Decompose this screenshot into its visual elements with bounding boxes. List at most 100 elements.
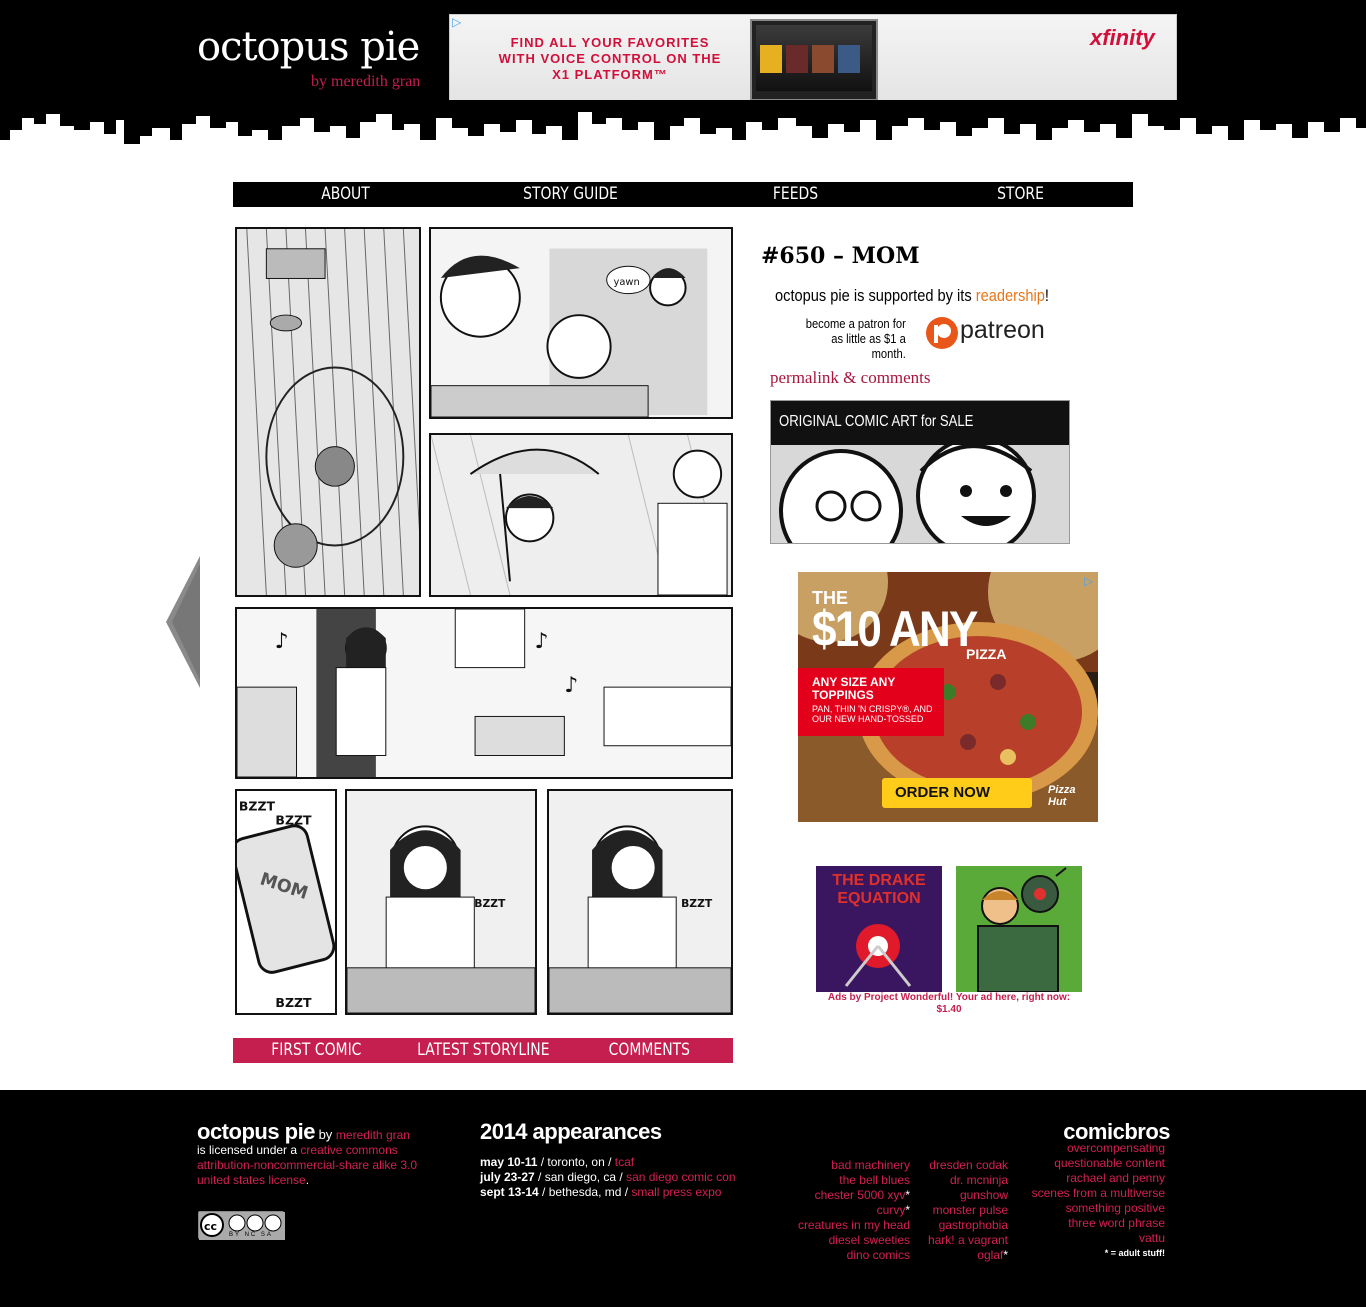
footer-author-link[interactable]: meredith gran <box>336 1128 410 1142</box>
cc-badge-label: BY NC SA <box>229 1232 273 1238</box>
robot-comic-ad[interactable] <box>956 866 1082 992</box>
patreon-logo-text: patreon <box>960 316 1045 344</box>
readership-highlight: readership <box>975 286 1045 305</box>
comicbro-link[interactable]: curvy* <box>770 1203 910 1218</box>
pizza-ad-price: $10 ANY <box>812 601 978 657</box>
svg-text:cc: cc <box>204 1220 217 1233</box>
comicbro-link[interactable]: something positive <box>1000 1201 1165 1216</box>
comic-strip: yawn ♪ ♪ ♪ BZZT BZZT MOM BZZT BZZT BZZT <box>233 225 733 1019</box>
comicbro-link[interactable]: dr. mcninja <box>912 1173 1008 1188</box>
comic-nav: FIRST COMIC LATEST STORYLINE COMMENTS <box>233 1038 733 1063</box>
svg-text:♪: ♪ <box>275 629 289 654</box>
sfx-yawn: yawn <box>614 277 640 288</box>
appearance-item: may 10-11 / toronto, on / tcaf <box>480 1155 635 1169</box>
comicbro-link[interactable]: three word phrase <box>1000 1216 1165 1231</box>
sfx-bzzt-bottom: BZZT <box>275 995 312 1010</box>
site-title[interactable]: octopus pie <box>197 24 420 70</box>
comic-panel-7: BZZT <box>547 789 733 1015</box>
patreon-icon <box>926 317 958 349</box>
comic-panel-2: yawn <box>429 227 733 419</box>
nav-store[interactable]: STORE <box>928 182 1113 207</box>
comic-panel-5: BZZT BZZT MOM BZZT <box>235 789 337 1015</box>
comicbro-link[interactable]: dresden codak <box>912 1158 1008 1173</box>
top-banner-ad[interactable]: ▷ FIND ALL YOUR FAVORITES WITH VOICE CON… <box>449 14 1177 104</box>
appearances-title: 2014 appearances <box>480 1119 662 1144</box>
spx-link[interactable]: small press expo <box>631 1185 721 1199</box>
project-wonderful-caption[interactable]: Ads by Project Wonderful! Your ad here, … <box>818 992 1080 1016</box>
patreon-headline: octopus pie is supported by its readersh… <box>775 286 1049 305</box>
nav-story-guide[interactable]: STORY GUIDE <box>478 182 663 207</box>
site-footer: octopus pie by meredith gran is licensed… <box>0 1090 1366 1307</box>
comic-art-sale-banner[interactable]: ORIGINAL COMIC ART for SALE <box>770 400 1070 544</box>
sdcc-link[interactable]: san diego comic con <box>626 1170 735 1184</box>
project-wonderful-ads: THE DRAKE EQUATION <box>816 866 1082 992</box>
pizza-hut-ad[interactable]: ▷ THE $10 ANY PIZZA ANY SIZE ANY TOPPING… <box>798 572 1098 822</box>
comicbro-link[interactable]: gunshow <box>912 1188 1008 1203</box>
pizza-ad-box-sub: PAN, THIN 'N CRISPY®, AND OUR NEW HAND-T… <box>812 704 933 724</box>
footer-site-name: octopus pie <box>197 1119 315 1144</box>
appearance-item: sept 13-14 / bethesda, md / small press … <box>480 1185 722 1199</box>
drake-equation-ad[interactable]: THE DRAKE EQUATION <box>816 866 942 992</box>
comments-link[interactable]: COMMENTS <box>581 1038 718 1063</box>
comicbro-link[interactable]: hark! a vagrant <box>912 1233 1008 1248</box>
comicbros-list-c: overcompensating questionable content rach… <box>1000 1141 1165 1246</box>
pizza-ad-box-title: ANY SIZE ANY TOPPINGS <box>812 675 896 702</box>
art-sale-label: ORIGINAL COMIC ART for SALE <box>779 413 974 430</box>
comic-panel-1 <box>235 227 421 597</box>
comicbros-list-b: dresden codak dr. mcninja gunshow monster p… <box>912 1158 1008 1263</box>
adchoices-icon[interactable]: ▷ <box>452 15 468 31</box>
cc-license-badge[interactable]: cc BY NC SA <box>198 1211 285 1240</box>
svg-text:♪: ♪ <box>535 629 549 654</box>
comicbro-link[interactable]: creatures in my head <box>770 1218 910 1233</box>
pizza-ad-line3: PIZZA <box>966 646 1007 662</box>
site-byline[interactable]: by meredith gran <box>311 73 420 91</box>
sfx-bzzt-right: BZZT <box>681 897 713 910</box>
comic-panel-3 <box>429 433 733 597</box>
comicbro-link[interactable]: chester 5000 xyv* <box>770 1188 910 1203</box>
permalink-comments-link[interactable]: permalink & comments <box>770 368 931 388</box>
site-header: octopus pie by meredith gran ▷ FIND ALL … <box>0 0 1366 160</box>
comicbro-link[interactable]: gastrophobia <box>912 1218 1008 1233</box>
adchoices-icon-2[interactable]: ▷ <box>1084 574 1093 588</box>
pizza-hut-logo: Pizza Hut <box>1048 784 1076 808</box>
comicbro-link[interactable]: overcompensating <box>1000 1141 1165 1156</box>
patreon-subtext: become a patron for as little as $1 a mo… <box>805 316 906 361</box>
patreon-banner[interactable]: octopus pie is supported by its readersh… <box>770 286 1070 361</box>
previous-comic-arrow-icon[interactable] <box>166 556 202 688</box>
sfx-bzzt-mid: BZZT <box>474 897 506 910</box>
comicbro-link[interactable]: monster pulse <box>912 1203 1008 1218</box>
comicbro-link[interactable]: questionable content <box>1000 1156 1165 1171</box>
first-comic-link[interactable]: FIRST COMIC <box>248 1038 385 1063</box>
comicbros-list-a: bad machinery the bell blues chester 5000 … <box>770 1158 910 1263</box>
comicbro-link[interactable]: diesel sweeties <box>770 1233 910 1248</box>
comic-panel-6: BZZT <box>345 789 537 1015</box>
appearance-item: july 23-27 / san diego, ca / san diego c… <box>480 1170 736 1184</box>
comicbro-link[interactable]: bad machinery <box>770 1158 910 1173</box>
comicbro-link[interactable]: dino comics <box>770 1248 910 1263</box>
comicbro-link[interactable]: oglaf* <box>912 1248 1008 1263</box>
nav-feeds[interactable]: FEEDS <box>703 182 888 207</box>
sfx-bzzt-top: BZZT <box>239 799 276 814</box>
comicbro-link[interactable]: scenes from a multiverse <box>1000 1186 1165 1201</box>
footer-appearances: 2014 appearances may 10-11 / toronto, on… <box>480 1119 800 1200</box>
drake-equation-title: THE DRAKE EQUATION <box>832 872 926 907</box>
tv-image <box>750 19 878 101</box>
comicbro-link[interactable]: rachael and penny <box>1000 1171 1165 1186</box>
comicbro-link[interactable]: vattu <box>1000 1231 1165 1246</box>
comicbro-link[interactable]: the bell blues <box>770 1173 910 1188</box>
xfinity-logo: xfinity <box>1090 25 1155 50</box>
main-nav: ABOUT STORY GUIDE FEEDS STORE <box>233 182 1133 207</box>
adult-note: * = adult stuff! <box>1104 1248 1165 1258</box>
latest-storyline-link[interactable]: LATEST STORYLINE <box>415 1038 552 1063</box>
comic-panel-4: ♪ ♪ ♪ <box>235 607 733 779</box>
footer-license: octopus pie by meredith gran is licensed… <box>197 1119 418 1188</box>
tcaf-link[interactable]: tcaf <box>615 1155 634 1169</box>
footer-comicbros: comicbros overcompensating questionable c… <box>1000 1119 1171 1261</box>
comicbros-title: comicbros <box>1063 1119 1170 1144</box>
ad-headline: FIND ALL YOUR FAVORITES WITH VOICE CONTR… <box>498 35 722 82</box>
order-now-button[interactable]: ORDER NOW <box>882 778 1032 808</box>
svg-text:♪: ♪ <box>564 673 578 698</box>
post-title: #650 – MOM <box>761 243 920 269</box>
nav-about[interactable]: ABOUT <box>253 182 438 207</box>
city-skyline-graphic <box>0 100 1366 160</box>
